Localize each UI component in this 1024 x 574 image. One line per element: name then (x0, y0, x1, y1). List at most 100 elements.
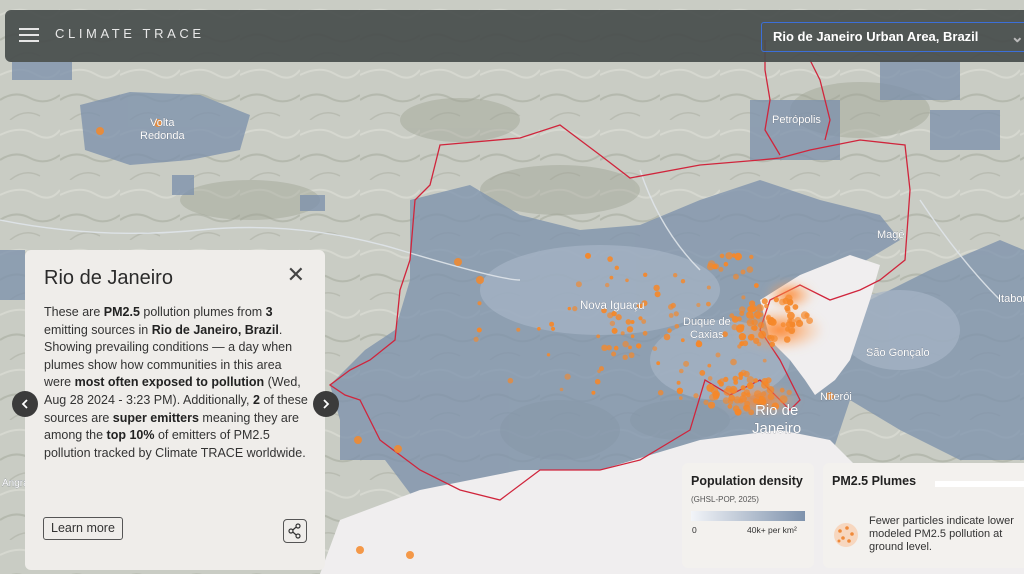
plume-particle (663, 333, 671, 341)
plume-particle (792, 304, 799, 310)
plume-particle (683, 360, 690, 367)
plume-particle (739, 341, 745, 347)
label-rio-de-janeiro: Rio de Janeiro (752, 402, 801, 437)
plume-particle (622, 354, 628, 360)
share-icon[interactable] (283, 519, 307, 543)
plume-particle (601, 344, 608, 351)
population-legend-max: 40k+ per km² (747, 525, 797, 535)
plume-particle (758, 321, 765, 329)
plume-particle (740, 269, 746, 275)
plume-particle (549, 321, 555, 327)
plume-particle (406, 551, 414, 559)
plume-particle (668, 304, 674, 310)
plume-particle (643, 272, 648, 277)
plume-particle (783, 336, 791, 343)
share-glyph (288, 523, 301, 539)
plume-particle (673, 311, 679, 317)
plume-particle (787, 311, 795, 320)
close-icon[interactable]: ✕ (287, 262, 305, 288)
plume-particle (706, 285, 711, 290)
plume-particle (638, 316, 643, 321)
plume-particle (679, 396, 683, 400)
label-niteroi: Niterói (820, 391, 852, 403)
plume-particle (773, 297, 779, 303)
chevron-left-glyph (21, 399, 28, 409)
plume-particle (743, 389, 750, 396)
plume-particle (734, 252, 742, 261)
plume-particle (656, 361, 661, 366)
plume-particle (780, 322, 786, 328)
next-arrow-icon[interactable] (313, 391, 339, 417)
label-nova-iguacu: Nova Iguaçu (580, 300, 645, 312)
plume-particle (572, 306, 578, 312)
label-petropolis: Petrópolis (772, 114, 821, 126)
plume-particle (703, 399, 709, 405)
learn-more-button[interactable]: Learn more (43, 517, 123, 540)
plume-particle (706, 301, 711, 307)
plume-particle (613, 345, 619, 351)
menu-line (19, 40, 39, 42)
desc-bold: Rio de Janeiro, Brazil (151, 322, 279, 337)
plume-particle (713, 392, 720, 399)
plume-particle (779, 298, 786, 306)
plume-particle (769, 341, 775, 347)
population-legend-title: Population density (691, 474, 803, 488)
menu-line (19, 28, 39, 30)
plume-particle (795, 319, 804, 327)
plume-particle (762, 358, 767, 363)
plume-particle (615, 314, 622, 321)
plume-particle (707, 376, 713, 381)
plume-particle (754, 311, 761, 319)
previous-arrow-icon[interactable] (12, 391, 38, 417)
plume-particle (394, 445, 402, 453)
plume-particle (764, 303, 769, 309)
plume-particle (693, 393, 699, 399)
plume-particle (594, 378, 601, 385)
plume-particle (746, 311, 754, 319)
plume-particle (744, 400, 751, 407)
plume-particle (787, 326, 796, 334)
menu-line (19, 34, 39, 36)
plume-particle (676, 387, 684, 394)
redacted-bar (935, 481, 1024, 487)
plumes-legend-description: Fewer particles indicate lower modeled P… (869, 515, 1014, 553)
plume-particle (727, 404, 733, 409)
plume-particle (756, 304, 764, 312)
plume-particle (730, 358, 737, 366)
info-panel-description: These are PM2.5 pollution plumes from 3 … (44, 304, 312, 462)
desc-text: These are (44, 305, 104, 319)
plume-particle (676, 380, 681, 385)
plume-particle (761, 391, 767, 397)
plume-particle (630, 334, 635, 339)
population-density-legend: Population density (GHSL-POP, 2025) 0 40… (682, 463, 814, 568)
plume-particle (636, 343, 642, 349)
plume-particle (768, 316, 775, 323)
plume-particle (715, 352, 721, 358)
desc-bold: PM2.5 (103, 305, 140, 319)
plume-particle (354, 436, 362, 444)
top-bar: CLIMATE TRACE Rio de Janeiro Urban Area,… (5, 10, 1024, 62)
plume-particle (749, 304, 758, 313)
plume-particle (733, 273, 739, 280)
plume-particle (746, 376, 754, 384)
plume-particle (746, 266, 754, 273)
plume-particle (707, 363, 712, 368)
plume-particle (609, 320, 616, 327)
plume-particle (642, 330, 648, 336)
label-duque-de-caxias: Duque de Caxias (683, 316, 731, 341)
plume-particle (625, 319, 632, 325)
info-panel: Rio de Janeiro ✕ These are PM2.5 polluti… (25, 250, 325, 570)
plume-particles-icon (834, 523, 858, 547)
plume-particle (628, 352, 635, 359)
hamburger-menu-icon[interactable] (19, 25, 41, 45)
plume-particle (654, 291, 661, 298)
plume-particle (713, 263, 719, 270)
plume-particle (696, 302, 701, 308)
location-selector[interactable]: Rio de Janeiro Urban Area, Brazil ⌄ (761, 22, 1024, 52)
plume-particle (767, 334, 772, 340)
plume-particle (723, 261, 729, 267)
plume-particle (784, 305, 791, 312)
plume-particle (516, 327, 521, 332)
desc-bold: most often exposed to pollution (74, 375, 265, 390)
plume-particle (652, 346, 658, 351)
